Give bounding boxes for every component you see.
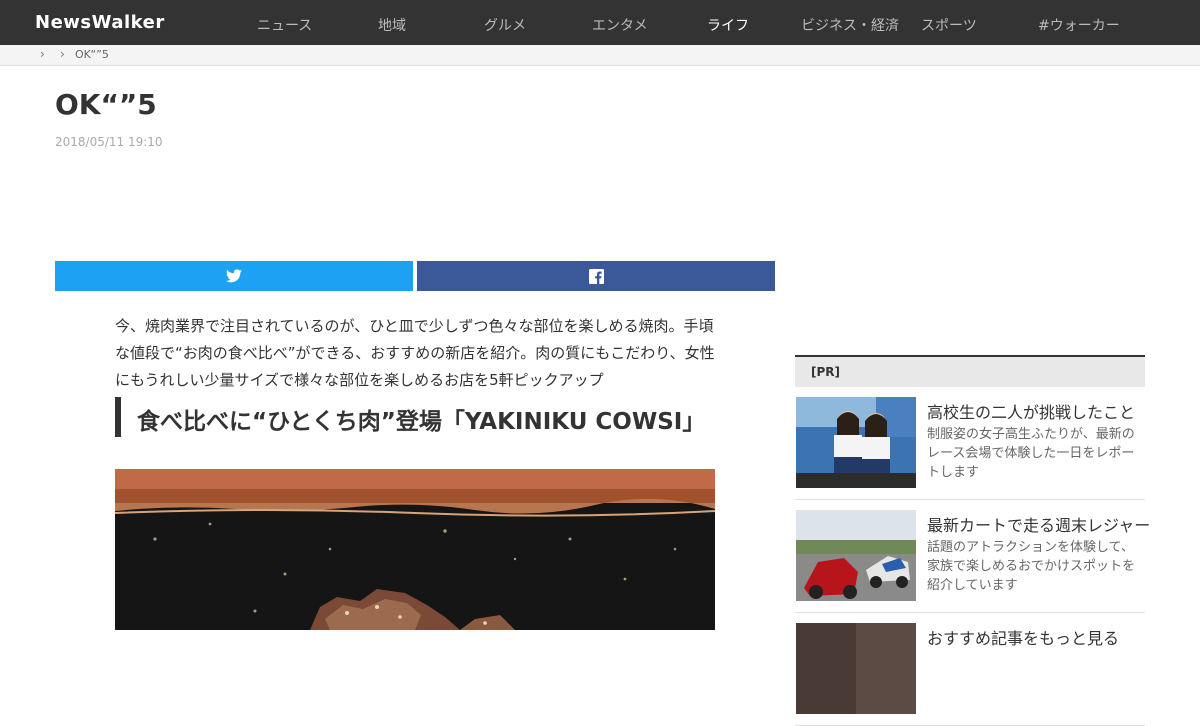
article-title: OK“”5 bbox=[55, 88, 157, 121]
sidebar: [PR] 高校生の二人が挑戦したこと 制服姿の女子高生ふたりが、最新のレース会場… bbox=[795, 355, 1150, 726]
nav-item-sports[interactable]: スポーツ bbox=[921, 15, 977, 35]
article-date: 2018/05/11 19:10 bbox=[55, 135, 163, 149]
card-thumbnail[interactable] bbox=[796, 623, 916, 714]
card-title[interactable]: おすすめ記事をもっと見る bbox=[927, 625, 1119, 649]
card-title[interactable]: 最新カートで走る週末レジャー bbox=[927, 512, 1150, 536]
twitter-icon bbox=[226, 269, 242, 283]
article-lead: 今、焼肉業界で注目されているのが、ひと皿で少しずつ色々な部位を楽しめる焼肉。手頃… bbox=[115, 317, 715, 389]
twitter-share-button[interactable] bbox=[55, 261, 413, 291]
site-logo[interactable]: NewsWalker bbox=[35, 12, 165, 33]
article-photo bbox=[115, 469, 715, 630]
top-nav: NewsWalker ニュース 地域 グルメ エンタメ ライフ ビジネス・経済 … bbox=[0, 0, 1200, 45]
nav-item-area[interactable]: 地域 bbox=[378, 15, 406, 35]
nav-item-news[interactable]: ニュース bbox=[257, 15, 312, 35]
card-desc: 話題のアトラクションを体験して、家族で楽しめるおでかけスポットを紹介しています bbox=[927, 540, 1136, 593]
pr-label: [PR] bbox=[795, 355, 1145, 387]
card-thumbnail[interactable] bbox=[796, 510, 916, 601]
nav-item-walker[interactable]: #ウォーカー bbox=[1038, 15, 1120, 35]
sidebar-card[interactable]: 高校生の二人が挑戦したこと 制服姿の女子高生ふたりが、最新のレース会場で体験した… bbox=[795, 387, 1145, 500]
card-thumbnail[interactable] bbox=[796, 397, 916, 488]
nav-item-life[interactable]: ライフ bbox=[707, 15, 749, 35]
card-title[interactable]: 高校生の二人が挑戦したこと bbox=[927, 399, 1135, 423]
facebook-share-button[interactable] bbox=[417, 261, 775, 291]
heading-accent-bar bbox=[115, 397, 121, 437]
card-desc: 制服姿の女子高生ふたりが、最新のレース会場で体験した一日をレポートします bbox=[927, 427, 1135, 480]
breadcrumb: › › OK“”5 bbox=[0, 45, 1200, 66]
nav-item-entame[interactable]: エンタメ bbox=[592, 15, 648, 35]
nav-item-gourmet[interactable]: グルメ bbox=[484, 15, 526, 35]
sidebar-card[interactable]: 最新カートで走る週末レジャー 話題のアトラクションを体験して、家族で楽しめるおで… bbox=[795, 500, 1150, 613]
section-heading: 食べ比べに“ひとくち肉”登場「YAKINIKU COWSI」 bbox=[137, 409, 706, 435]
chevron-right-icon[interactable]: › bbox=[60, 47, 65, 61]
breadcrumb-current: OK“”5 bbox=[75, 48, 109, 61]
facebook-icon bbox=[588, 268, 604, 284]
chevron-right-icon[interactable]: › bbox=[40, 47, 45, 61]
nav-item-business[interactable]: ビジネス・経済 bbox=[801, 15, 899, 35]
